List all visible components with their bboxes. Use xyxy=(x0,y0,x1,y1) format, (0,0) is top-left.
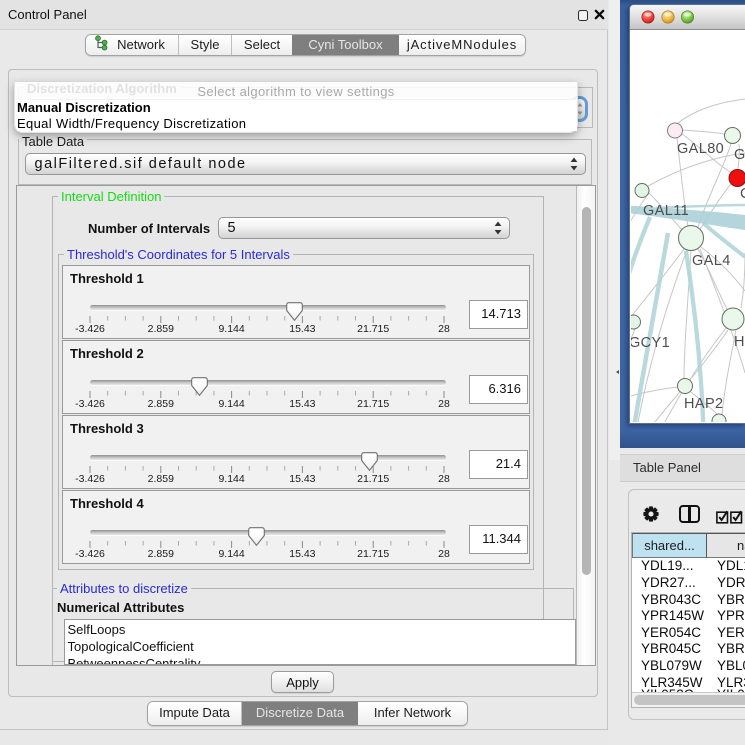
svg-text:C: C xyxy=(740,186,745,202)
svg-text:GAL11: GAL11 xyxy=(643,203,689,219)
svg-text:HAP2: HAP2 xyxy=(684,396,723,412)
svg-text:HA: HA xyxy=(734,334,745,350)
svg-text:GAL4: GAL4 xyxy=(692,253,731,269)
svg-text:GA: GA xyxy=(734,147,745,163)
svg-text:GCY1: GCY1 xyxy=(631,335,670,351)
svg-text:GAL80: GAL80 xyxy=(677,141,724,157)
